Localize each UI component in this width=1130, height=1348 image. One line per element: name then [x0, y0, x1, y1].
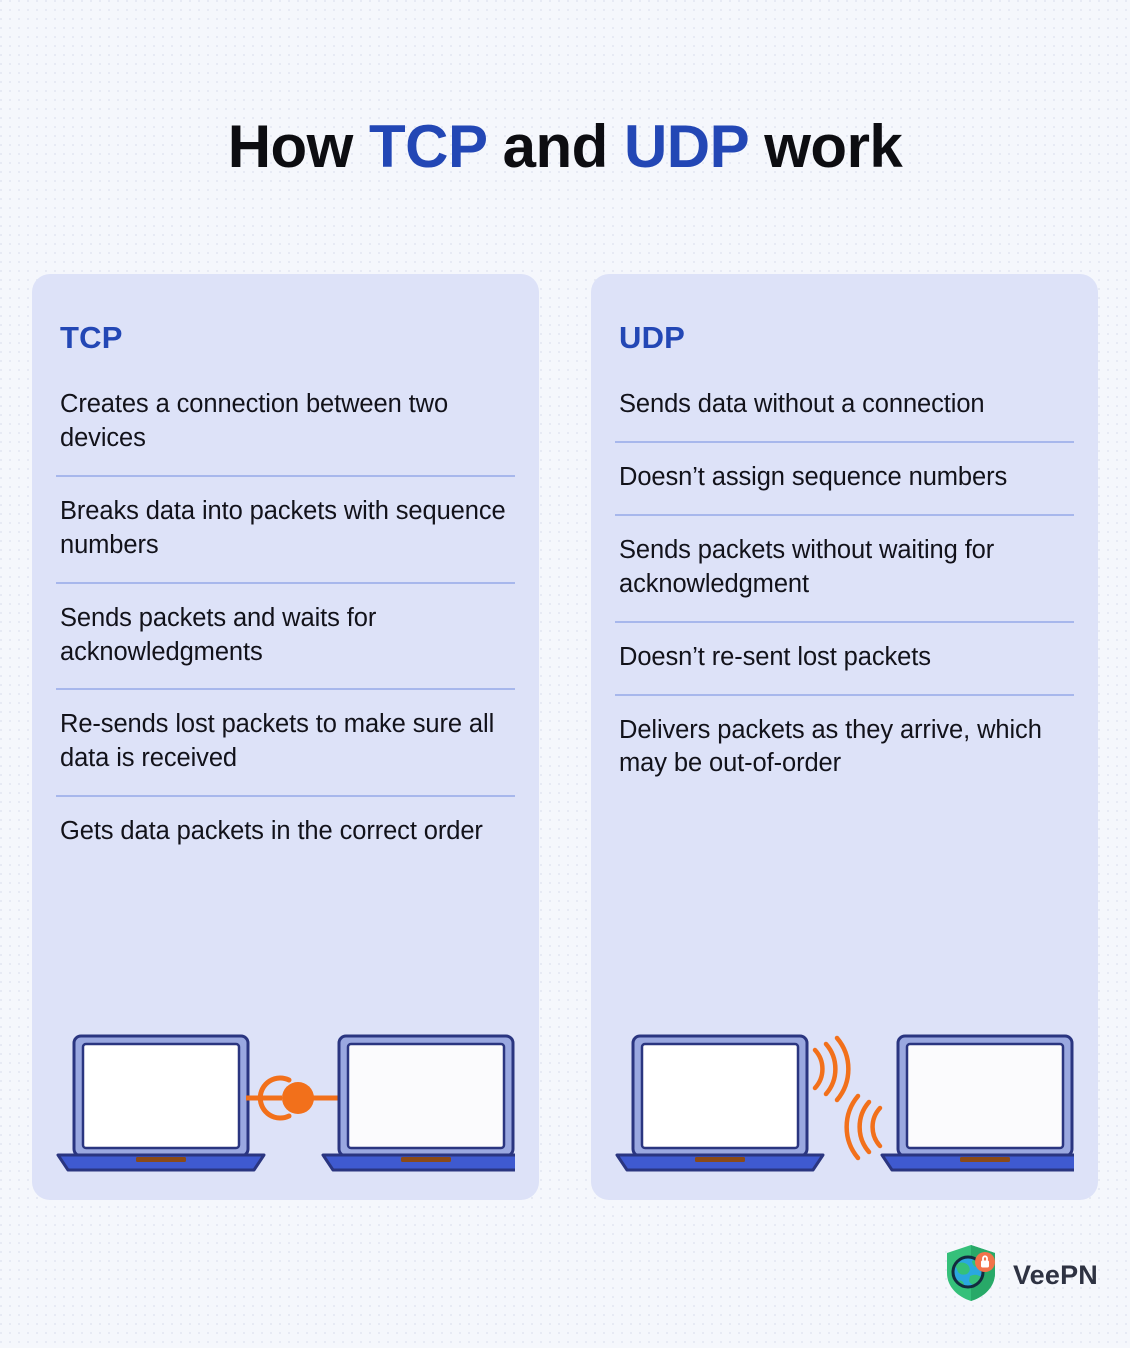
laptop-icon-left	[615, 1034, 825, 1172]
title-accent-tcp: TCP	[369, 113, 487, 180]
laptop-icon-right	[321, 1034, 515, 1172]
list-item: Delivers packets as they arrive, which m…	[615, 693, 1074, 801]
list-item: Sends data without a connection	[619, 390, 985, 418]
panel-udp-feature-list: Sends data without a connection Doesn’t …	[615, 370, 1074, 800]
list-item: Doesn’t assign sequence numbers	[615, 440, 1074, 514]
laptop-icon-right	[880, 1034, 1074, 1172]
udp-illustration	[615, 1022, 1074, 1182]
page-title: How TCP and UDP work	[0, 112, 1130, 181]
brand-name: VeePN	[1012, 1260, 1098, 1290]
list-item: Breaks data into packets with sequence n…	[56, 474, 515, 582]
brand-logo: VeePN	[943, 1243, 1098, 1308]
panel-tcp-heading: TCP	[60, 320, 123, 355]
list-item: Sends packets and waits for acknowledgme…	[56, 581, 515, 689]
shield-globe-lock-icon	[943, 1243, 999, 1308]
panel-tcp: TCP Creates a connection between two dev…	[32, 274, 539, 1200]
panel-udp: UDP Sends data without a connection Does…	[591, 274, 1098, 1200]
panel-udp-heading: UDP	[619, 320, 686, 355]
tcp-illustration	[56, 1022, 515, 1182]
list-item: Doesn’t re-sent lost packets	[615, 620, 1074, 694]
title-part-2: and	[486, 113, 624, 180]
laptop-icon-left	[56, 1034, 266, 1172]
title-part-1: How	[227, 113, 370, 180]
infographic-page: How TCP and UDP work TCP Creates a conne…	[0, 0, 1130, 1348]
wired-connection-icon	[246, 1075, 348, 1121]
title-accent-udp: UDP	[623, 113, 749, 180]
list-item: Sends packets without waiting for acknow…	[615, 513, 1074, 621]
title-part-3: work	[748, 113, 903, 180]
list-item: Gets data packets in the correct order	[56, 795, 515, 868]
list-item: Re-sends lost packets to make sure all d…	[56, 688, 515, 795]
wifi-signal-icon-upper	[812, 1035, 851, 1103]
list-item: Creates a connection between two devices	[60, 390, 449, 452]
wifi-signal-icon-lower	[844, 1093, 883, 1161]
panel-tcp-feature-list: Creates a connection between two devices…	[56, 370, 515, 868]
comparison-panels: TCP Creates a connection between two dev…	[32, 274, 1098, 1200]
